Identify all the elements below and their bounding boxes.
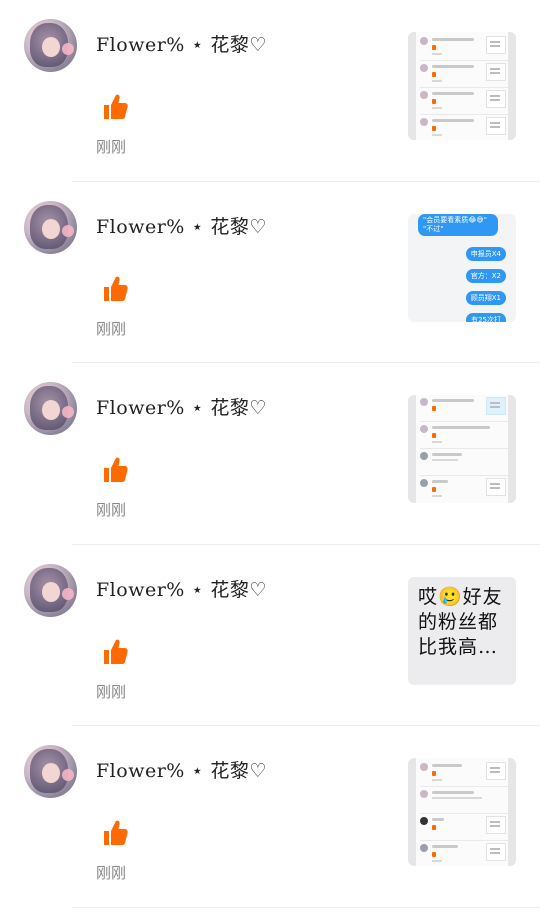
thumbs-up-icon: [104, 820, 128, 845]
username[interactable]: Flower% ⋆ 花黎♡: [96, 756, 267, 783]
post-thumbnail[interactable]: "会员要看素质😂😅" "不过" 申报员X4 官方：X2 顾员翔X1 有25次打: [408, 213, 516, 322]
avatar[interactable]: [24, 745, 77, 798]
avatar[interactable]: [24, 382, 77, 435]
notification-item[interactable]: Flower% ⋆ 花黎♡ 刚刚 "会员要看素质😂😅" "不过" 申报员X4 官…: [0, 182, 540, 363]
thumbs-up-icon: [104, 276, 128, 301]
timestamp: 刚刚: [96, 138, 127, 156]
post-thumbnail[interactable]: [408, 758, 516, 866]
avatar[interactable]: [24, 563, 77, 617]
timestamp: 刚刚: [96, 501, 127, 519]
chat-bubble: 顾员翔X1: [465, 290, 506, 305]
divider: [72, 906, 540, 908]
timestamp: 刚刚: [96, 319, 127, 338]
thumbs-up-icon: [104, 457, 128, 482]
notification-item[interactable]: Flower% ⋆ 花黎♡ 刚刚: [0, 726, 540, 908]
notification-item[interactable]: Flower% ⋆ 花黎♡ 刚刚: [0, 0, 540, 182]
avatar[interactable]: [24, 19, 77, 72]
chat-bubble: 申报员X4: [465, 246, 506, 261]
username[interactable]: Flower% ⋆ 花黎♡: [96, 30, 267, 57]
avatar[interactable]: [24, 200, 77, 254]
notification-item[interactable]: Flower% ⋆ 花黎♡ 刚刚 哎🥲好友的粉丝都比我高…: [0, 545, 540, 726]
chat-bubble-text: "不过": [423, 224, 444, 233]
post-thumbnail[interactable]: [408, 32, 516, 140]
post-thumbnail[interactable]: 哎🥲好友的粉丝都比我高…: [408, 576, 516, 685]
chat-bubble: 有25次打: [466, 312, 506, 322]
post-thumbnail[interactable]: [408, 395, 516, 503]
username[interactable]: Flower% ⋆ 花黎♡: [96, 575, 267, 602]
thumbs-up-icon: [104, 639, 128, 664]
thumbnail-text: 哎🥲好友的粉丝都比我高…: [418, 585, 503, 658]
timestamp: 刚刚: [96, 682, 127, 701]
username[interactable]: Flower% ⋆ 花黎♡: [96, 212, 267, 239]
timestamp: 刚刚: [96, 864, 127, 882]
notification-item[interactable]: Flower% ⋆ 花黎♡ 刚刚: [0, 363, 540, 545]
notification-list: Flower% ⋆ 花黎♡ 刚刚 Flower% ⋆ 花黎♡ 刚刚 "会员要看素…: [0, 0, 540, 908]
username[interactable]: Flower% ⋆ 花黎♡: [96, 393, 267, 420]
chat-bubble-text: "会员要看素质😂😅": [423, 215, 487, 224]
thumbs-up-icon: [104, 94, 128, 119]
chat-bubble: 官方：X2: [465, 268, 506, 283]
